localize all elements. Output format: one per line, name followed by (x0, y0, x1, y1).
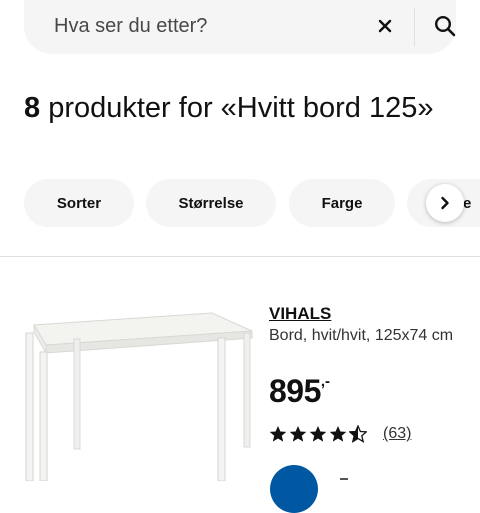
star-full-icon (289, 426, 307, 442)
price-suffix: ,- (320, 373, 331, 390)
search-divider (414, 8, 415, 46)
search-icon (434, 15, 456, 37)
star-half-icon (349, 425, 367, 443)
star-full-icon (269, 426, 287, 442)
results-count: 8 (24, 92, 41, 124)
star-full-icon (309, 426, 327, 442)
star-full-icon (329, 426, 347, 442)
search-input[interactable] (54, 14, 354, 38)
product-image[interactable] (16, 307, 256, 482)
chevron-right-icon (441, 196, 449, 210)
close-icon (378, 19, 392, 33)
search-bar (24, 0, 456, 54)
product-price: 895,- (269, 373, 330, 410)
results-text: produkter for «Hvitt bord 125» (40, 92, 434, 124)
color-filter-chip[interactable]: Farge (289, 179, 395, 227)
chip-label: Farge (321, 194, 363, 212)
size-filter-chip[interactable]: Størrelse (146, 179, 276, 227)
price-value: 895 (269, 373, 321, 409)
product-description: Bord, hvit/hvit, 125x74 cm (269, 327, 454, 344)
results-heading: 8 produkter for «Hvitt bord 125» (24, 92, 433, 125)
rating-stars (269, 425, 369, 443)
filter-chips: Sorter Størrelse Farge Pe (0, 179, 480, 227)
product-card: VIHALS Bord, hvit/hvit, 125x74 cm 895,- … (0, 256, 480, 482)
product-name[interactable]: VIHALS (269, 304, 331, 324)
search-button[interactable] (431, 12, 459, 40)
white-table-image (25, 312, 253, 482)
product-rating[interactable]: (63) (269, 425, 411, 443)
rating-count[interactable]: (63) (383, 425, 411, 443)
filters-scroll-right-button[interactable] (426, 184, 464, 222)
clear-search-button[interactable] (373, 14, 397, 38)
chip-label: Størrelse (178, 194, 244, 212)
add-to-cart-button[interactable] (270, 465, 318, 513)
sort-filter-chip[interactable]: Sorter (24, 179, 134, 227)
chip-label: Sorter (56, 194, 102, 212)
